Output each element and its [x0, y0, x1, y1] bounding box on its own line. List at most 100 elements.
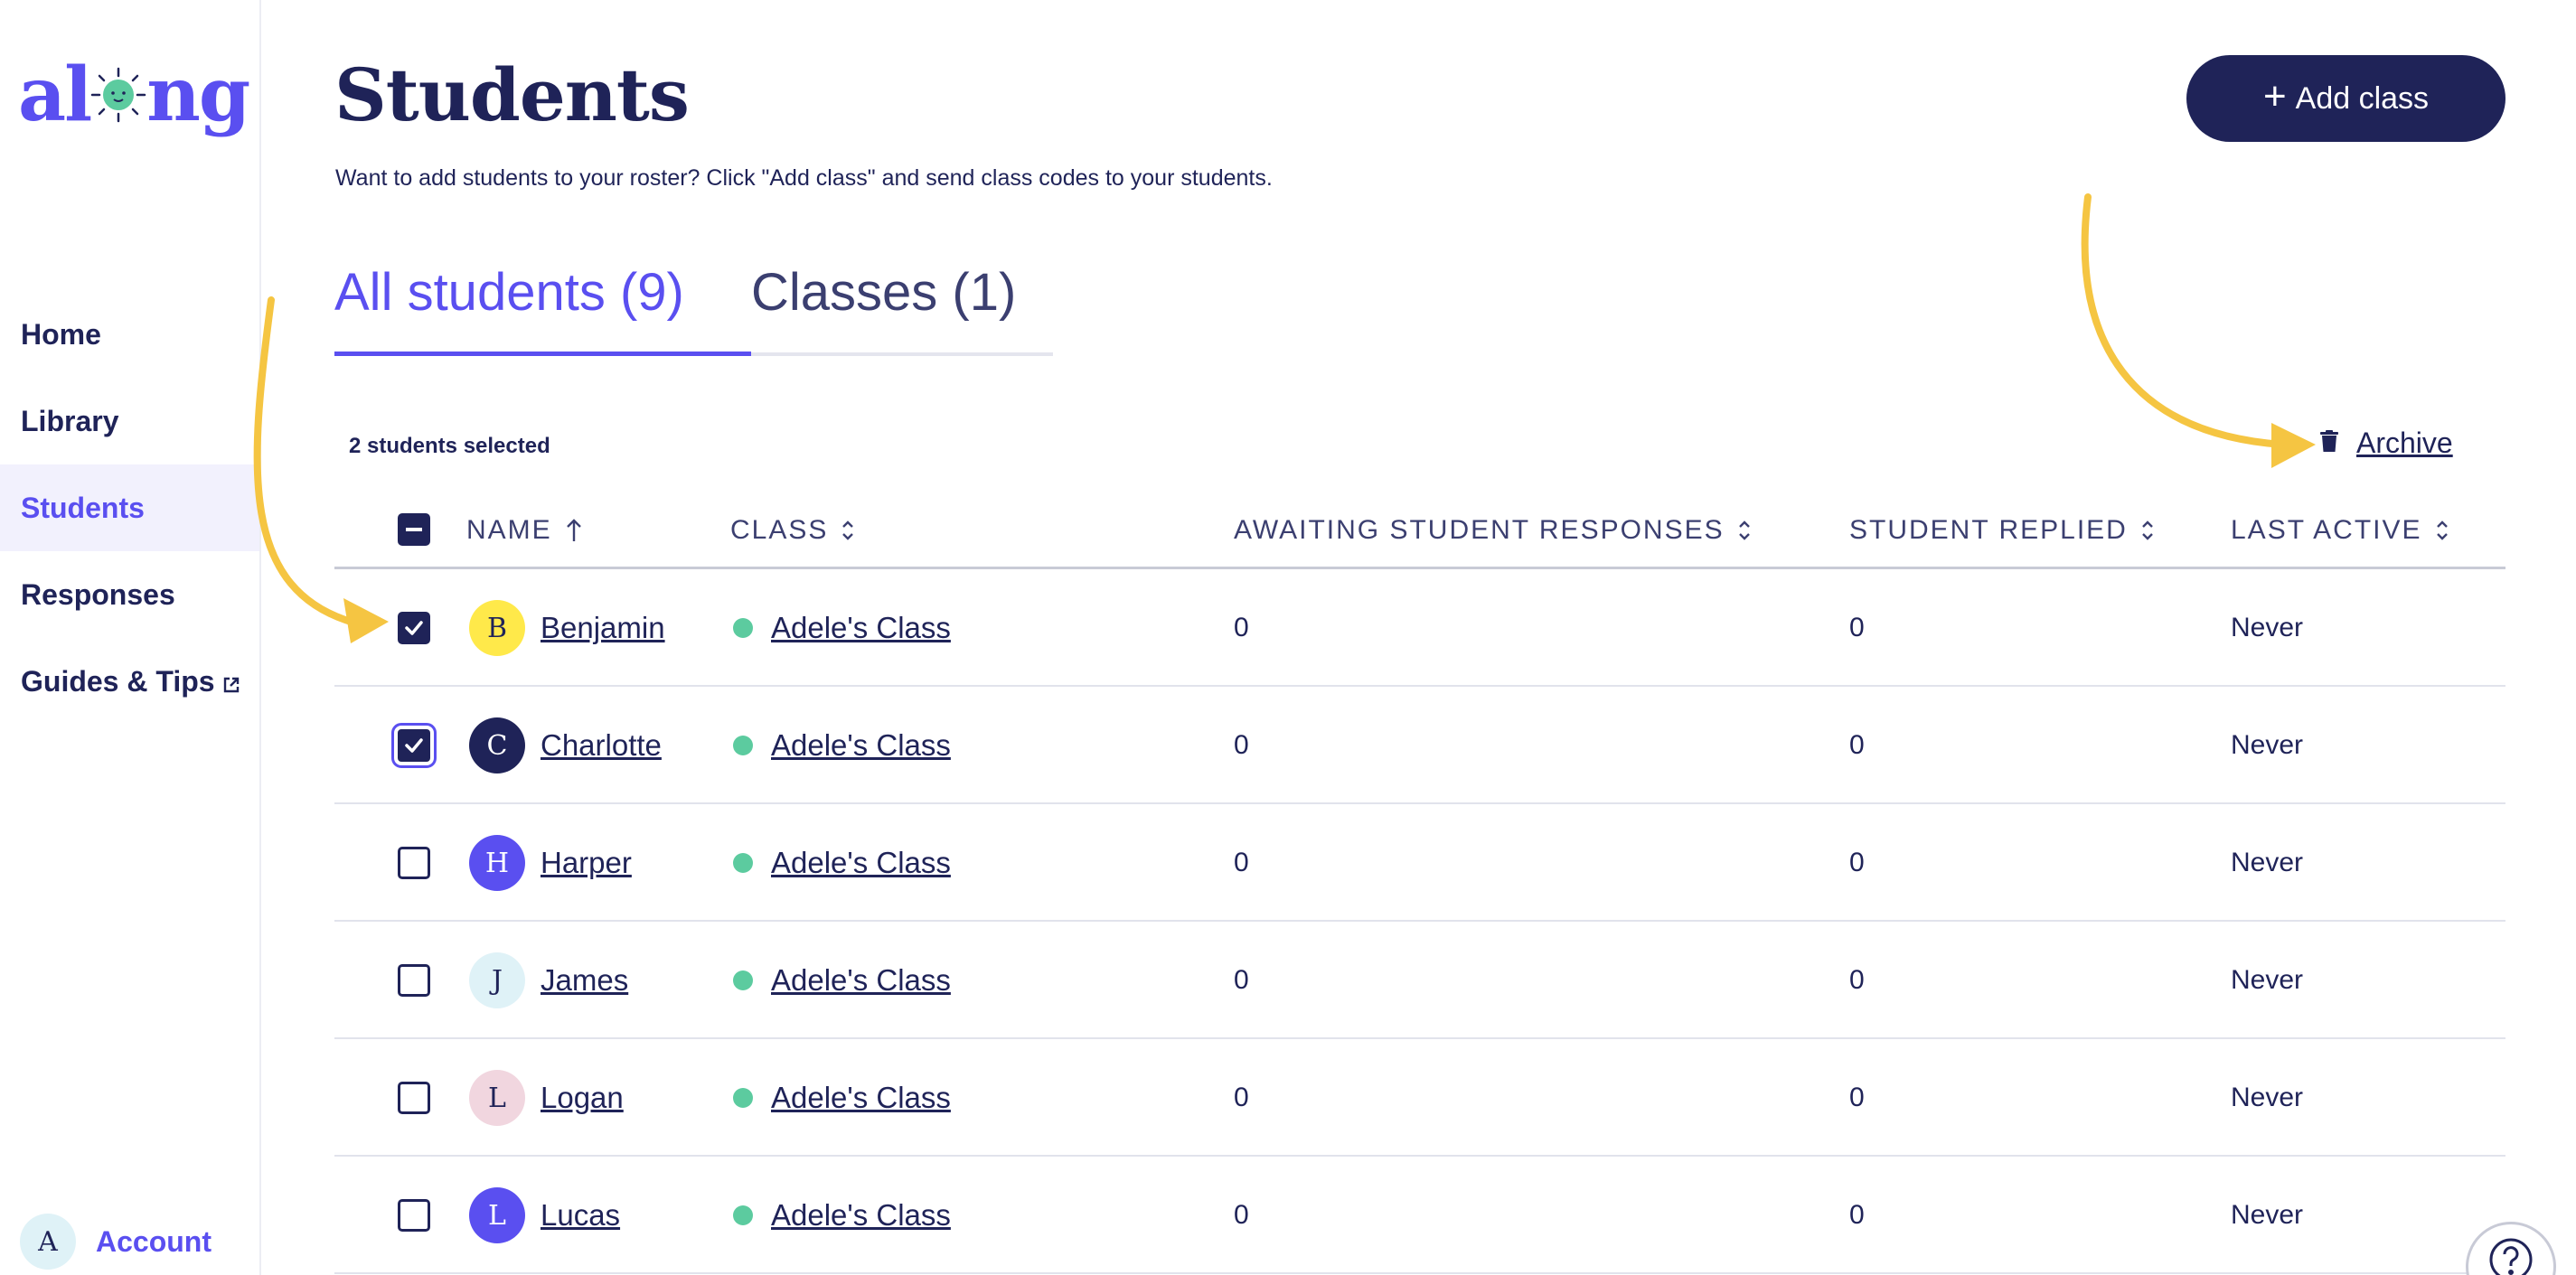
add-class-label: Add class — [2295, 80, 2430, 116]
row-checkbox[interactable] — [398, 1082, 430, 1114]
name-cell: C Charlotte — [469, 687, 662, 804]
class-color-dot — [733, 736, 753, 755]
class-color-dot — [733, 618, 753, 638]
row-checkbox[interactable] — [398, 964, 430, 997]
row-checkbox-cell — [398, 922, 430, 1039]
arrowhead-right — [2271, 423, 2316, 468]
table-header: NAME CLASS AWAITING STUDENT RESPONSES ST… — [334, 495, 2505, 569]
table-row[interactable]: L Logan Adele's Class 0 0 Never — [334, 1039, 2505, 1157]
column-header-name[interactable]: NAME — [466, 515, 583, 546]
class-link[interactable]: Adele's Class — [771, 846, 951, 880]
replied-cell: 0 — [1849, 1083, 1865, 1112]
sort-icon — [2140, 519, 2155, 542]
add-class-button[interactable]: + Add class — [2186, 55, 2505, 142]
awaiting-cell: 0 — [1234, 1200, 1249, 1230]
sort-icon — [2435, 519, 2449, 542]
sidebar-nav: Home Library Students Responses Guides &… — [0, 291, 259, 725]
row-checkbox-cell — [391, 687, 437, 804]
external-link-icon — [222, 668, 240, 701]
replied-cell: 0 — [1849, 965, 1865, 995]
row-checkbox[interactable] — [398, 612, 430, 644]
class-link[interactable]: Adele's Class — [771, 1198, 951, 1233]
row-checkbox[interactable] — [398, 1199, 430, 1232]
student-name-link[interactable]: Harper — [541, 846, 632, 880]
student-name-link[interactable]: Charlotte — [541, 728, 662, 763]
tab-classes[interactable]: Classes (1) — [751, 262, 1016, 356]
tab-all-students[interactable]: All students (9) — [334, 262, 751, 356]
class-cell: Adele's Class — [733, 1039, 951, 1157]
awaiting-cell: 0 — [1234, 848, 1249, 877]
selected-count: 2 students selected — [349, 434, 550, 458]
row-checkbox[interactable] — [391, 723, 437, 768]
class-cell: Adele's Class — [733, 569, 951, 687]
student-name-link[interactable]: Lucas — [541, 1198, 620, 1233]
help-icon — [2488, 1237, 2534, 1275]
page-title: Students — [334, 52, 690, 137]
table-row[interactable]: B Benjamin Adele's Class 0 0 Never — [334, 569, 2505, 687]
table-row[interactable]: H Harper Adele's Class 0 0 Never — [334, 804, 2505, 922]
sidebar-item-guides-tips[interactable]: Guides & Tips — [0, 638, 259, 725]
name-cell: B Benjamin — [469, 569, 665, 687]
student-name-link[interactable]: Logan — [541, 1081, 624, 1115]
column-header-last-active[interactable]: LAST ACTIVE — [2231, 515, 2449, 546]
table-row[interactable]: C Charlotte Adele's Class 0 0 Never — [334, 687, 2505, 804]
sidebar: al ng Home Library Students Responses Gu… — [0, 0, 261, 1275]
account-label: Account — [96, 1224, 212, 1258]
row-checkbox-cell — [398, 569, 430, 687]
row-checkbox-cell — [398, 1039, 430, 1157]
column-header-class[interactable]: CLASS — [730, 515, 855, 546]
archive-button[interactable]: Archive — [2320, 427, 2453, 460]
column-label: AWAITING STUDENT RESPONSES — [1234, 515, 1725, 545]
along-logo[interactable]: al ng — [18, 50, 250, 140]
class-color-dot — [733, 853, 753, 873]
logo-text-right: ng — [146, 52, 250, 138]
sort-ascending-icon — [565, 518, 583, 543]
last-active-cell: Never — [2231, 1083, 2304, 1112]
account-menu[interactable]: A Account — [20, 1214, 212, 1270]
avatar: J — [469, 952, 525, 1008]
row-checkbox-cell — [398, 804, 430, 922]
class-color-dot — [733, 1088, 753, 1108]
table-row[interactable]: J James Adele's Class 0 0 Never — [334, 922, 2505, 1039]
student-name-link[interactable]: James — [541, 963, 628, 998]
class-link[interactable]: Adele's Class — [771, 611, 951, 645]
replied-cell: 0 — [1849, 613, 1865, 642]
name-cell: H Harper — [469, 804, 632, 922]
sidebar-item-home[interactable]: Home — [0, 291, 259, 378]
column-label: CLASS — [730, 515, 829, 545]
class-cell: Adele's Class — [733, 804, 951, 922]
class-link[interactable]: Adele's Class — [771, 963, 951, 998]
last-active-cell: Never — [2231, 613, 2304, 642]
row-checkbox-cell — [398, 1157, 430, 1274]
row-checkbox[interactable] — [398, 847, 430, 879]
table-row[interactable]: L Lucas Adele's Class 0 0 Never — [334, 1157, 2505, 1274]
student-name-link[interactable]: Benjamin — [541, 611, 665, 645]
column-header-awaiting[interactable]: AWAITING STUDENT RESPONSES — [1234, 515, 1752, 546]
name-cell: L Logan — [469, 1039, 624, 1157]
check-icon — [404, 737, 424, 754]
students-table: NAME CLASS AWAITING STUDENT RESPONSES ST… — [334, 495, 2505, 1274]
class-cell: Adele's Class — [733, 922, 951, 1039]
class-link[interactable]: Adele's Class — [771, 1081, 951, 1115]
column-label: STUDENT REPLIED — [1849, 515, 2128, 545]
class-link[interactable]: Adele's Class — [771, 728, 951, 763]
column-header-replied[interactable]: STUDENT REPLIED — [1849, 515, 2155, 546]
sun-icon — [90, 67, 146, 123]
sidebar-item-library[interactable]: Library — [0, 378, 259, 464]
awaiting-cell: 0 — [1234, 613, 1249, 642]
name-cell: L Lucas — [469, 1157, 620, 1274]
column-label: LAST ACTIVE — [2231, 515, 2422, 545]
avatar: L — [469, 1070, 525, 1126]
sidebar-item-students[interactable]: Students — [0, 464, 259, 551]
last-active-cell: Never — [2231, 965, 2304, 995]
last-active-cell: Never — [2231, 730, 2304, 760]
class-cell: Adele's Class — [733, 687, 951, 804]
sidebar-item-label: Responses — [21, 577, 175, 611]
awaiting-cell: 0 — [1234, 965, 1249, 995]
last-active-cell: Never — [2231, 848, 2304, 877]
awaiting-cell: 0 — [1234, 1083, 1249, 1112]
select-all-checkbox[interactable] — [398, 513, 430, 546]
sidebar-item-responses[interactable]: Responses — [0, 551, 259, 638]
awaiting-cell: 0 — [1234, 730, 1249, 760]
replied-cell: 0 — [1849, 848, 1865, 877]
